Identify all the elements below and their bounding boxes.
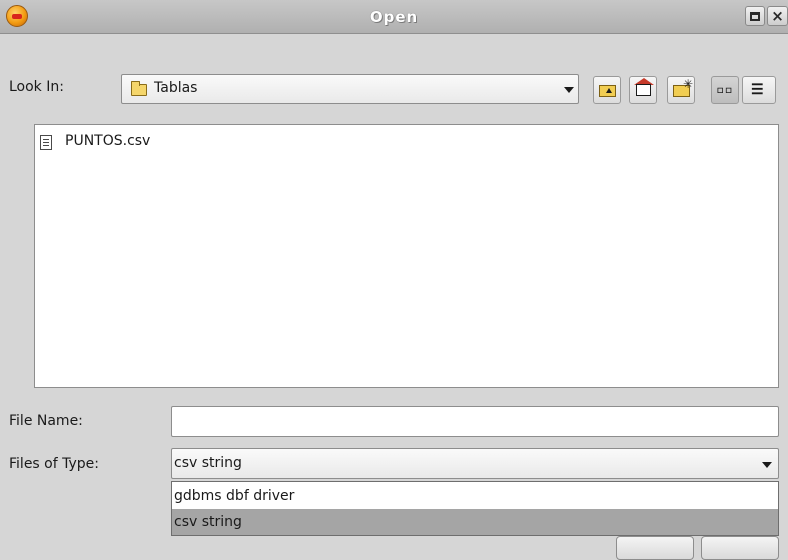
open-button[interactable] <box>616 536 694 560</box>
home-icon <box>636 84 651 96</box>
look-in-value: Tablas <box>154 80 198 96</box>
maximize-icon <box>750 11 760 21</box>
close-icon: × <box>771 6 784 25</box>
chevron-down-icon <box>762 462 772 468</box>
cancel-button[interactable] <box>701 536 779 560</box>
file-type-dropdown[interactable]: gdbms dbf driver csv string <box>171 481 779 536</box>
chevron-down-icon <box>564 87 574 93</box>
list-item[interactable]: PUNTOS.csv <box>35 125 175 157</box>
look-in-combo[interactable]: Tablas <box>121 74 579 104</box>
list-view-icon: ▫▫ <box>716 82 733 98</box>
file-type-option[interactable]: gdbms dbf driver <box>172 483 778 509</box>
new-folder-button[interactable]: ✳ <box>667 76 695 104</box>
file-list[interactable]: PUNTOS.csv <box>34 124 779 388</box>
document-icon <box>40 135 52 150</box>
files-of-type-label: Files of Type: <box>9 456 99 472</box>
maximize-button[interactable] <box>745 6 765 26</box>
details-view-button[interactable]: ☰ <box>742 76 776 104</box>
list-view-button[interactable]: ▫▫ <box>711 76 739 104</box>
close-button[interactable]: × <box>767 6 788 26</box>
sparkle-icon: ✳ <box>683 77 694 91</box>
window-title: Open <box>369 8 419 26</box>
files-of-type-combo[interactable]: csv string <box>171 448 779 479</box>
details-view-icon: ☰ <box>751 82 764 98</box>
folder-icon <box>131 81 147 96</box>
files-of-type-value: csv string <box>174 455 242 471</box>
file-name-input[interactable] <box>171 406 779 437</box>
file-name-text: PUNTOS.csv <box>65 133 151 149</box>
home-button[interactable] <box>629 76 657 104</box>
arrow-up-icon <box>606 88 612 93</box>
look-in-label: Look In: <box>9 79 64 95</box>
up-one-level-icon <box>599 85 616 97</box>
file-name-label: File Name: <box>9 413 83 429</box>
file-type-option-selected[interactable]: csv string <box>172 509 778 535</box>
title-bar[interactable]: Open × <box>0 0 788 34</box>
up-one-level-button[interactable] <box>593 76 621 104</box>
